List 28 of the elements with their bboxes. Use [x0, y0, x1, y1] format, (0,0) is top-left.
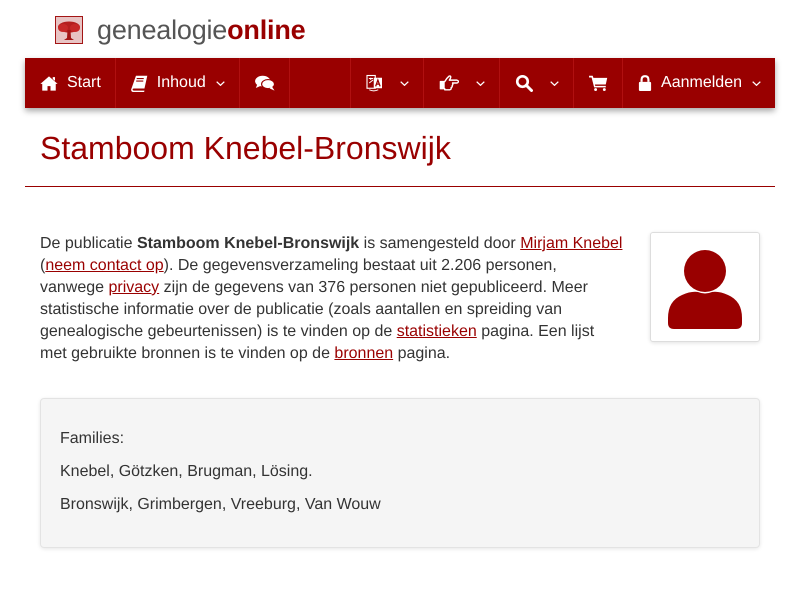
text-link[interactable]: Mirjam Knebel [520, 235, 622, 252]
text-link[interactable]: privacy [108, 279, 160, 296]
login-nav-menu[interactable]: Aanmelden [622, 58, 775, 108]
contents-nav-menu[interactable]: Inhoud [116, 58, 240, 108]
pointing-hand-icon [439, 75, 460, 91]
page-title: Stamboom Knebel-Bronswijk [40, 130, 452, 166]
family-names-text: Bronswijk, Grimbergen, Vreeburg, Van Wouw [60, 495, 382, 515]
families-heading: Families: [60, 429, 126, 449]
cart-nav-button[interactable] [573, 58, 622, 108]
search-nav-menu[interactable] [499, 58, 574, 108]
translate-icon [366, 74, 384, 92]
speech-bubbles-icon [254, 75, 275, 91]
book-icon [130, 74, 148, 92]
tree-logo-icon[interactable] [55, 16, 83, 44]
text-link[interactable]: statistieken [396, 323, 477, 340]
pointing-hand-nav-menu[interactable] [423, 58, 500, 108]
start-nav-link[interactable]: Start [25, 58, 116, 108]
text-link[interactable]: neem contact op [45, 257, 164, 274]
search-icon [515, 74, 534, 92]
family-names-text: Knebel, Götzken, Brugman, Lösing. [60, 462, 314, 482]
text-link[interactable]: bronnen [334, 345, 394, 362]
site-logo-text[interactable]: genealogieonline [97, 14, 306, 46]
lock-icon [638, 75, 652, 91]
description-paragraph: De publicatie Stamboom Knebel-Bronswijk is samengesteld door Mirjam Knebel (neem contact op). De gegevensverzameling bestaat uit 2.206 personen, vanwege privacy zijn de gegevens van 376 personen niet gepubliceerd. Meer statistische informatie over de publicatie (zoals aantallen en spreiding van genealogische gebeurtenissen) is te vinden op de statistieken pagina. Een lijst met gebruikte bronnen is te vinden op de bronnen pagina. [40, 234, 624, 364]
comments-nav-button[interactable] [240, 58, 290, 108]
language-nav-menu[interactable] [350, 58, 424, 108]
cart-icon [589, 75, 608, 91]
home-icon [40, 76, 58, 90]
